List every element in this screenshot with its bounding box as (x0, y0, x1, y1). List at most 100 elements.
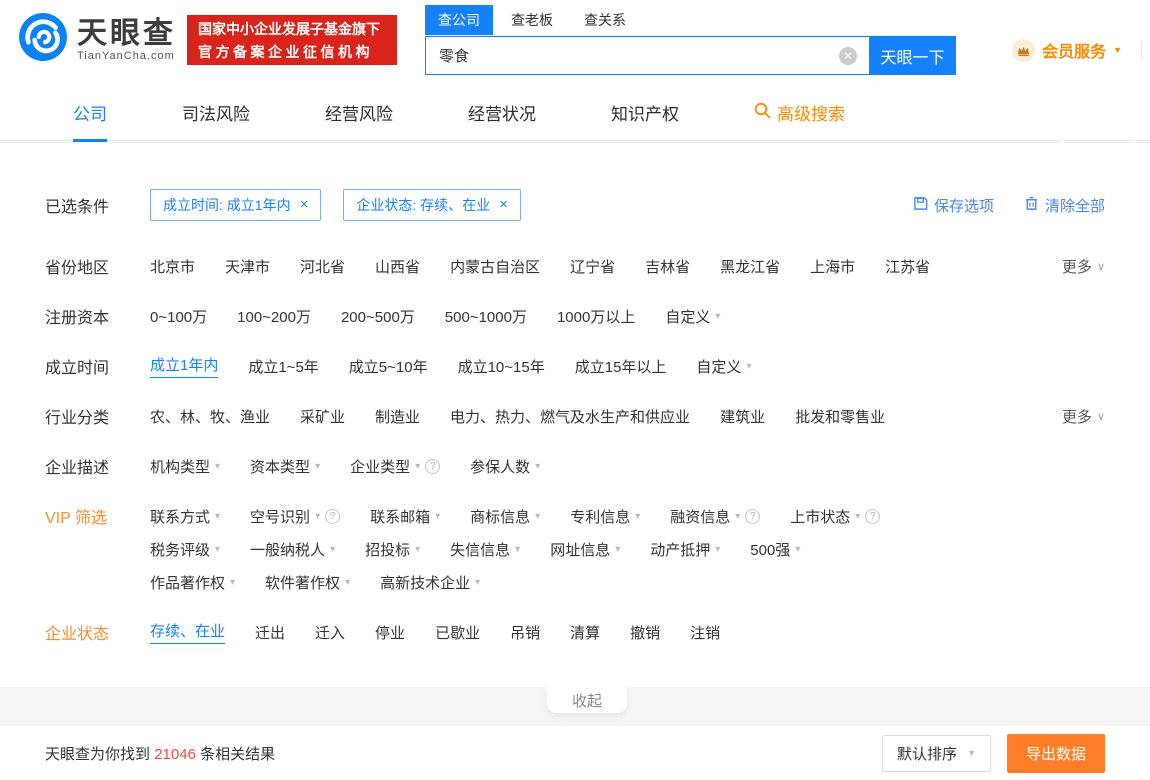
filter-option[interactable]: 500~1000万 (445, 306, 527, 327)
filter-option[interactable]: 自定义 ▾ (696, 356, 751, 377)
chevron-down-icon: ▾ (635, 510, 641, 522)
member-services[interactable]: 会员服务 ▼ (1012, 38, 1122, 62)
filter-option[interactable]: 融资信息 ▾? (670, 506, 761, 527)
filter-option[interactable]: 批发和零售业 (795, 406, 885, 427)
tianyancha-logo[interactable]: 天眼查 TianYanCha.com (18, 12, 176, 67)
filter-option[interactable]: 200~500万 (341, 306, 415, 327)
filter-option[interactable]: 注销 (690, 622, 720, 643)
filter-option[interactable]: 吊销 (510, 622, 540, 643)
filter-option[interactable]: 迁出 (255, 622, 285, 643)
nav-tab-2[interactable]: 司法风险 (182, 85, 250, 141)
clear-search-icon[interactable]: ✕ (839, 47, 857, 65)
nav-tab-3[interactable]: 经营风险 (325, 85, 393, 141)
filter-option[interactable]: 自定义 ▾ (665, 306, 720, 327)
filter-option[interactable]: 成立15年以上 (575, 356, 667, 377)
filter-option[interactable]: 制造业 (375, 406, 420, 427)
export-data-button[interactable]: 导出数据 (1006, 733, 1105, 773)
filter-option[interactable]: 企业类型 ▾? (350, 456, 441, 477)
filter-option[interactable]: 天津市 (225, 256, 270, 277)
sort-dropdown[interactable]: 默认排序 ▼ (882, 734, 991, 772)
help-icon[interactable]: ? (745, 508, 761, 524)
chevron-down-icon: ▼ (967, 748, 976, 758)
filter-option[interactable]: 一般纳税人 ▾ (250, 539, 335, 560)
collapse-filters-button[interactable]: 收起 (547, 687, 627, 713)
help-icon[interactable]: ? (425, 458, 441, 474)
filter-option[interactable]: 迁入 (315, 622, 345, 643)
filter-option[interactable]: 联系邮箱 ▾ (370, 506, 440, 527)
selected-filter-chip[interactable]: 企业状态: 存续、在业 × (343, 189, 521, 221)
filter-row-label: 注册资本 (45, 310, 110, 327)
filter-option[interactable]: 山西省 (375, 256, 420, 277)
filter-option[interactable]: 黑龙江省 (720, 256, 780, 277)
filter-option[interactable]: 采矿业 (300, 406, 345, 427)
filter-option[interactable]: 江苏省 (885, 256, 930, 277)
filter-option[interactable]: 成立1年内 (150, 354, 219, 378)
filter-option[interactable]: 成立1~5年 (248, 356, 318, 377)
filter-option[interactable]: 网址信息 ▾ (550, 539, 620, 560)
help-icon[interactable]: ? (865, 508, 881, 524)
search-input[interactable] (426, 37, 869, 74)
nav-tab-1[interactable]: 公司 (73, 85, 107, 142)
filter-row-label: 行业分类 (45, 410, 110, 427)
filter-row-options: 成立1年内 成立1~5年 成立5~10年 成立10~15年 成立15年以上 自定义 ▾ (150, 354, 1105, 378)
advanced-search-link[interactable]: 高级搜索 (754, 100, 845, 125)
more-link[interactable]: 更多 ∨ (1062, 256, 1105, 277)
filter-option[interactable]: 空号识别 ▾? (250, 506, 341, 527)
filter-option[interactable]: 联系方式 ▾ (150, 506, 220, 527)
trash-icon (1024, 196, 1039, 215)
filter-option-label: 联系邮箱 (370, 508, 431, 526)
filter-option[interactable]: 税务评级 ▾ (150, 539, 220, 560)
filter-option[interactable]: 上海市 (810, 256, 855, 277)
filter-option[interactable]: 成立10~15年 (458, 356, 545, 377)
filter-option[interactable]: 100~200万 (237, 306, 311, 327)
help-icon[interactable]: ? (325, 508, 341, 524)
filter-option[interactable]: 专利信息 ▾ (570, 506, 640, 527)
filter-option[interactable]: 辽宁省 (570, 256, 615, 277)
search-button[interactable]: 天眼一下 (869, 36, 956, 75)
filter-option[interactable]: 0~100万 (150, 306, 207, 327)
search-tab-1[interactable]: 查公司 (425, 5, 493, 35)
filter-option[interactable]: 河北省 (300, 256, 345, 277)
filter-option[interactable]: 失信信息 ▾ (450, 539, 520, 560)
search-tab-2[interactable]: 查老板 (498, 5, 566, 35)
chip-close-icon[interactable]: × (499, 197, 508, 212)
clear-all-button[interactable]: 清除全部 (1024, 195, 1105, 216)
more-link[interactable]: 更多 ∨ (1062, 406, 1105, 427)
filter-option[interactable]: 招投标 ▾ (365, 539, 420, 560)
filter-option[interactable]: 软件著作权 ▾ (265, 572, 350, 593)
filter-option[interactable]: 动产抵押 ▾ (650, 539, 720, 560)
filter-option[interactable]: 500强 ▾ (750, 539, 800, 560)
filter-option[interactable]: 已歇业 (435, 622, 480, 643)
chips: 成立时间: 成立1年内 × 企业状态: 存续、在业 × (150, 189, 521, 221)
search-tab-3[interactable]: 查关系 (571, 5, 639, 35)
filter-option[interactable]: 成立5~10年 (349, 356, 428, 377)
filter-option-label: 撤销 (630, 624, 661, 642)
filter-option[interactable]: 1000万以上 (557, 306, 635, 327)
filter-option[interactable]: 吉林省 (645, 256, 690, 277)
filter-option[interactable]: 上市状态 ▾? (790, 506, 881, 527)
filter-option[interactable]: 清算 (570, 622, 600, 643)
filter-option[interactable]: 作品著作权 ▾ (150, 572, 235, 593)
nav-tab-4[interactable]: 经营状况 (468, 85, 536, 141)
filter-option[interactable]: 存续、在业 (150, 620, 226, 644)
save-options-button[interactable]: 保存选项 (913, 195, 994, 216)
filter-option[interactable]: 高新技术企业 ▾ (380, 572, 480, 593)
filter-option[interactable]: 机构类型 ▾ (150, 456, 220, 477)
filter-option-label: 高新技术企业 (380, 574, 471, 592)
filter-row: 成立时间 成立1年内 成立1~5年 成立5~10年 成立10~15年 成立15年以上 自定义… (45, 354, 1105, 378)
filter-option[interactable]: 北京市 (150, 256, 195, 277)
filter-option[interactable]: 内蒙古自治区 (450, 256, 540, 277)
filter-option[interactable]: 建筑业 (720, 406, 765, 427)
filter-option[interactable]: 商标信息 ▾ (470, 506, 540, 527)
advanced-search-label: 高级搜索 (777, 105, 845, 124)
logo-swirl-icon (18, 12, 68, 67)
filter-option[interactable]: 参保人数 ▾ (470, 456, 540, 477)
filter-option[interactable]: 停业 (375, 622, 405, 643)
selected-filter-chip[interactable]: 成立时间: 成立1年内 × (150, 189, 322, 221)
nav-tab-5[interactable]: 知识产权 (611, 85, 679, 141)
filter-option[interactable]: 电力、热力、燃气及水生产和供应业 (450, 406, 690, 427)
filter-option[interactable]: 农、林、牧、渔业 (150, 406, 270, 427)
chip-close-icon[interactable]: × (300, 197, 309, 212)
filter-option[interactable]: 撤销 (630, 622, 660, 643)
filter-option[interactable]: 资本类型 ▾ (250, 456, 320, 477)
